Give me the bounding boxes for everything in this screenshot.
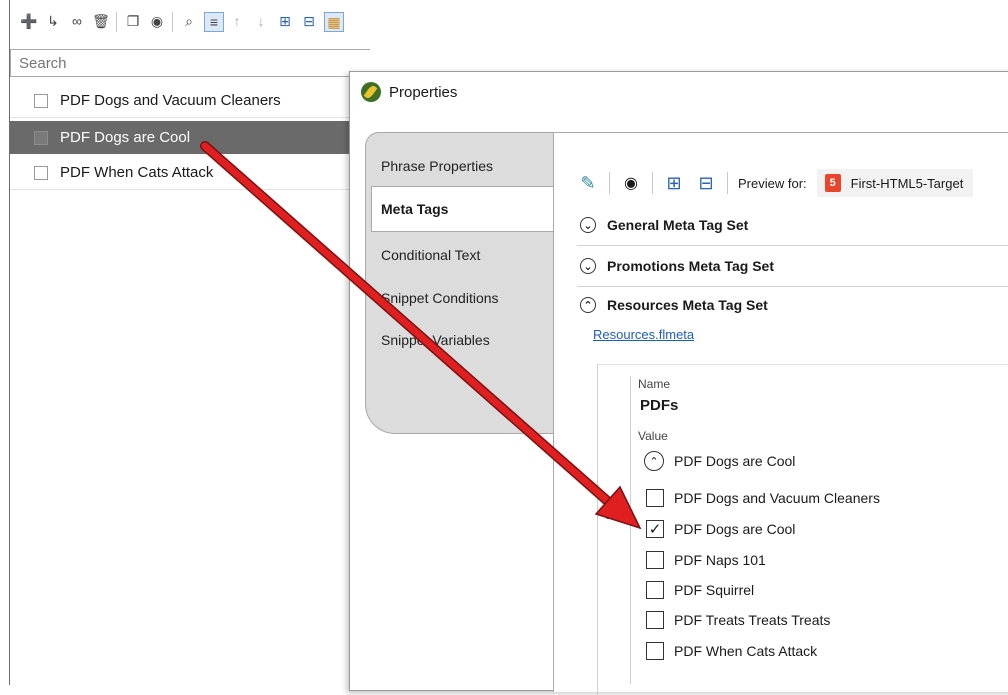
move-down-icon[interactable]: ↓ [252,12,270,30]
chevron-down-icon[interactable]: ⌄ [580,258,596,274]
find-icon[interactable]: ⌕ [180,12,198,30]
section-label: Promotions Meta Tag Set [607,258,774,274]
expand-all-icon[interactable]: ⊞ [663,172,685,194]
tab-meta-tags[interactable]: Meta Tags [371,186,553,232]
tab-snippet-variables[interactable]: Snippet Variables [381,332,490,348]
preview-label: Preview for: [738,175,807,191]
checkbox[interactable] [34,93,48,108]
section-resources-meta-tag-set[interactable]: ⌃ Resources Meta Tag Set [577,285,1008,325]
toolbar-separator [652,172,653,194]
list-item[interactable]: PDF Dogs and Vacuum Cleaners [10,84,350,118]
value-dropdown[interactable]: ⌃ PDF Dogs are Cool [644,451,795,471]
target-name: First-HTML5-Target [850,175,964,191]
option-label: PDF Naps 101 [674,552,766,568]
toolbar-separator [727,172,728,194]
target-select[interactable]: 5 First-HTML5-Target [816,169,974,197]
checkbox[interactable] [34,165,48,180]
add-item-icon[interactable]: ➕ [20,12,38,30]
checkbox[interactable] [646,611,664,629]
option-label: PDF Squirrel [674,582,755,598]
delete-icon[interactable]: 🗑 [92,12,110,30]
toolbar-separator [172,12,173,32]
option-item[interactable]: PDF Naps 101 [646,551,766,569]
section-general-meta-tag-set[interactable]: ⌄ General Meta Tag Set [577,205,1008,246]
divider [553,132,1008,133]
option-item[interactable]: PDF Dogs and Vacuum Cleaners [646,489,880,507]
option-item[interactable]: ✓ PDF Dogs are Cool [646,520,795,538]
section-label: Resources Meta Tag Set [607,297,768,313]
option-label: PDF Dogs and Vacuum Cleaners [674,490,880,506]
edit-tags-icon[interactable]: ✎ [577,172,599,194]
chevron-up-icon[interactable]: ⌃ [644,451,664,471]
option-label: PDF Dogs are Cool [674,521,796,537]
preview-icon[interactable]: ◉ [620,172,642,194]
link-icon[interactable]: ∞ [68,12,86,30]
html5-target-icon: 5 [824,174,841,192]
checkbox[interactable] [34,130,48,145]
option-item[interactable]: PDF Treats Treats Treats [646,611,830,629]
option-item[interactable]: PDF When Cats Attack [646,642,817,660]
list-item-selected[interactable]: PDF Dogs are Cool [10,121,350,154]
resource-file-link[interactable]: Resources.flmeta [593,327,694,342]
tab-phrase-properties[interactable]: Phrase Properties [381,158,493,174]
tab-snippet-conditions[interactable]: Snippet Conditions [381,290,499,306]
tab-conditional-text[interactable]: Conditional Text [381,247,480,263]
value-label: Value [638,429,668,443]
preview-icon[interactable]: ◉ [148,12,166,30]
checkbox[interactable] [646,642,664,660]
chevron-down-icon[interactable]: ⌄ [580,217,596,233]
dialog-title-bar: Properties [361,82,457,102]
toolbar: ➕ ↳ ∞ 🗑 ❐ ◉ ⌕ ≡ ↑ ↓ ⊞ ⊟ ▦ [10,0,1008,46]
list-item-label: PDF Dogs and Vacuum Cleaners [60,92,281,109]
list-side-label: List [604,501,618,520]
name-label: Name [638,377,671,391]
move-up-icon[interactable]: ↑ [228,12,246,30]
divider [630,376,631,684]
list-item-label: PDF When Cats Attack [60,164,214,181]
option-item[interactable]: PDF Squirrel [646,581,754,599]
dialog-title: Properties [389,83,458,101]
checkbox[interactable] [646,581,664,599]
toolbar-separator [116,12,117,32]
checkbox[interactable] [646,551,664,569]
chevron-up-icon[interactable]: ⌃ [580,297,596,313]
section-promotions-meta-tag-set[interactable]: ⌄ Promotions Meta Tag Set [577,246,1008,287]
grid-icon[interactable]: ▦ [324,12,344,32]
add-child-icon[interactable]: ↳ [44,12,62,30]
list-item[interactable]: PDF When Cats Attack [10,156,350,190]
list-item-label: PDF Dogs are Cool [60,129,191,146]
collapse-all-icon[interactable]: ⊟ [300,12,318,30]
tab-strip: Phrase Properties Conditional Text Snipp… [365,132,555,434]
collapse-all-icon[interactable]: ⊟ [695,172,717,194]
option-label: PDF Treats Treats Treats [674,612,831,628]
preview-toolbar: ✎ ◉ ⊞ ⊟ Preview for: 5 First-HTML5-Targe… [577,166,974,200]
value-selected: PDF Dogs are Cool [674,453,796,469]
name-value: PDFs [640,397,679,414]
checkbox[interactable] [646,489,664,507]
align-icon[interactable]: ≡ [204,12,224,32]
search-input[interactable] [10,49,370,77]
app-logo-icon [361,82,381,102]
section-label: General Meta Tag Set [607,217,749,233]
expand-all-icon[interactable]: ⊞ [276,12,294,30]
export-icon[interactable]: ❐ [124,12,142,30]
checkbox-checked[interactable]: ✓ [646,520,664,538]
option-label: PDF When Cats Attack [674,643,818,659]
toolbar-separator [609,172,610,194]
